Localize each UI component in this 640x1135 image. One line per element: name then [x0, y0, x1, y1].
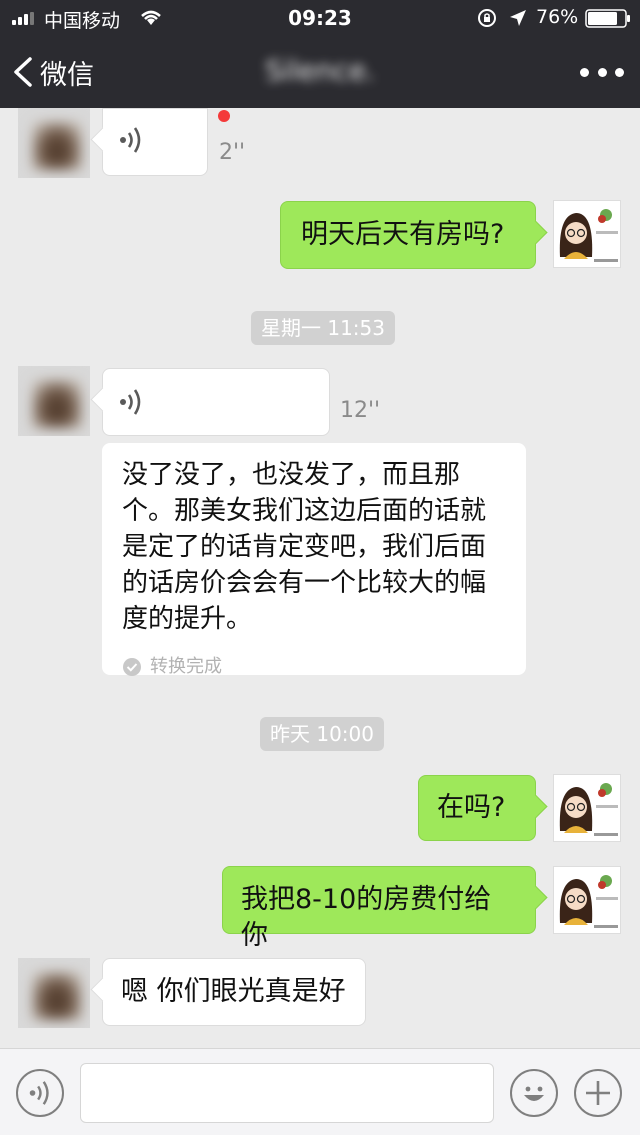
voice-input-button[interactable] — [16, 1069, 64, 1117]
voice-message-bubble[interactable] — [102, 368, 330, 436]
unread-dot — [218, 110, 230, 122]
plus-icon — [586, 1081, 610, 1105]
voice-wave-icon — [120, 127, 141, 153]
voice-duration: 12'' — [340, 398, 381, 423]
back-button[interactable]: 微信 — [12, 52, 94, 92]
my-avatar[interactable] — [553, 200, 621, 268]
cartoon-girl-avatar-icon — [554, 867, 620, 933]
voice-transcript-card[interactable]: 没了没了，也没发了，而且那个。那美女我们这边后面的话就是定了的话肯定变吧，我们后… — [102, 443, 526, 677]
transcript-status-label: 转换完成 — [150, 656, 222, 677]
outgoing-message-bubble[interactable]: 明天后天有房吗? — [280, 201, 536, 269]
status-bar: 中国移动 09:23 76% — [0, 0, 640, 36]
message-text: 明天后天有房吗? — [301, 219, 505, 250]
top-bar: 中国移动 09:23 76% 微信 Silence. — [0, 0, 640, 108]
nav-bar: 微信 Silence. — [0, 36, 640, 108]
rotation-lock-icon — [478, 9, 496, 27]
chevron-left-icon — [14, 57, 32, 87]
incoming-message-bubble[interactable]: 嗯 你们眼光真是好 — [102, 958, 366, 1026]
battery-icon — [585, 9, 630, 28]
battery-percent: 76% — [536, 6, 579, 28]
message-text: 嗯 你们眼光真是好 — [121, 976, 346, 1007]
voice-message-bubble[interactable] — [102, 108, 208, 176]
contact-avatar[interactable] — [18, 958, 90, 1028]
timestamp-label: 昨天 10:00 — [260, 717, 384, 751]
contact-avatar[interactable] — [18, 366, 90, 436]
outgoing-message-bubble[interactable]: 在吗? — [418, 775, 536, 841]
message-text: 我把8-10的房费付给你 — [241, 884, 492, 951]
chat-title: Silence. — [265, 54, 375, 87]
back-label: 微信 — [40, 59, 94, 91]
input-bar — [0, 1048, 640, 1135]
cartoon-girl-avatar-icon — [554, 201, 620, 267]
emoji-icon — [524, 1086, 544, 1101]
my-avatar[interactable] — [553, 774, 621, 842]
location-icon — [510, 10, 526, 26]
more-functions-button[interactable] — [574, 1069, 622, 1117]
more-icon — [580, 67, 589, 77]
check-circle-icon — [123, 658, 141, 676]
transcript-text: 没了没了，也没发了，而且那个。那美女我们这边后面的话就是定了的话肯定变吧，我们后… — [122, 460, 487, 634]
cartoon-girl-avatar-icon — [554, 775, 620, 841]
message-input[interactable] — [80, 1063, 494, 1123]
message-text: 在吗? — [437, 792, 506, 823]
timestamp-label: 星期一 11:53 — [251, 311, 395, 345]
outgoing-message-bubble[interactable]: 我把8-10的房费付给你 — [222, 866, 536, 951]
voice-wave-icon — [120, 389, 141, 415]
voice-icon — [29, 1081, 49, 1105]
voice-duration: 2'' — [219, 140, 246, 165]
my-avatar[interactable] — [553, 866, 621, 934]
more-options-button[interactable] — [580, 60, 624, 84]
transcript-status: 转换完成 — [122, 649, 506, 685]
contact-avatar[interactable] — [18, 108, 90, 178]
emoji-button[interactable] — [510, 1069, 558, 1117]
